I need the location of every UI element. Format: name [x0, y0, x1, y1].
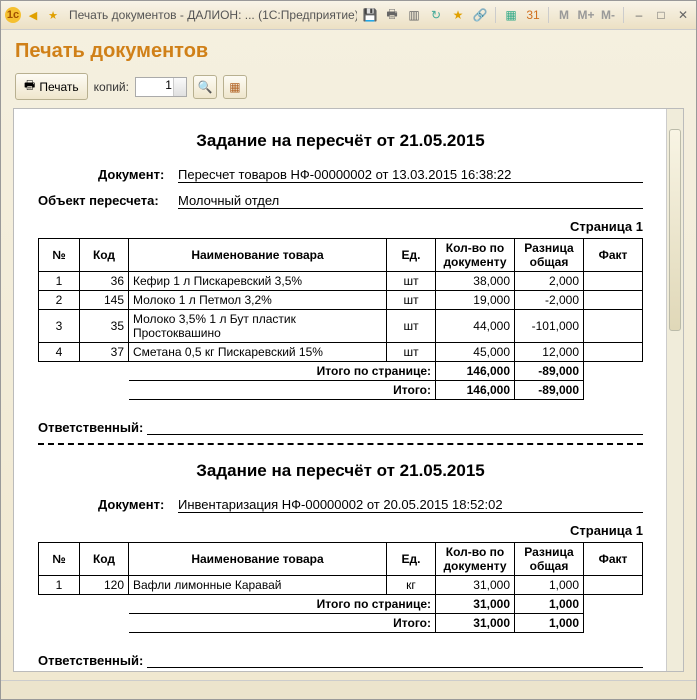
refresh-icon[interactable]: ↻: [427, 6, 445, 24]
table-row: 335Молоко 3,5% 1 л Бут пластик Простоква…: [39, 310, 643, 343]
memory-m-button[interactable]: M: [555, 6, 573, 24]
doc2-table: № Код Наименование товара Ед. Кол-во по …: [38, 542, 643, 633]
bookmark-icon[interactable]: ★: [449, 6, 467, 24]
col-no: №: [39, 239, 80, 272]
col-qty: Кол-во по документу: [436, 239, 515, 272]
doc2-title: Задание на пересчёт от 21.05.2015: [38, 461, 643, 481]
preview-zoom-button[interactable]: 🔍: [193, 75, 217, 99]
sum-page-row: Итого по странице:146,000-89,000: [39, 362, 643, 381]
statusbar: [1, 680, 696, 699]
maximize-button[interactable]: □: [652, 6, 670, 24]
close-button[interactable]: ✕: [674, 6, 692, 24]
doc1-title: Задание на пересчёт от 21.05.2015: [38, 131, 643, 151]
preview-area: Задание на пересчёт от 21.05.2015 Докуме…: [13, 108, 684, 672]
doc2-page-number: Страница 1: [38, 523, 643, 538]
sum-total-row: Итого:146,000-89,000: [39, 381, 643, 400]
link-icon[interactable]: 🔗: [471, 6, 489, 24]
col-diff: Разница общая: [515, 239, 584, 272]
memory-mplus-button[interactable]: M+: [577, 6, 595, 24]
sum-total-row: Итого:31,0001,000: [39, 614, 643, 633]
col-code: Код: [80, 239, 129, 272]
page-title: Печать документов: [15, 40, 682, 63]
print-page: Задание на пересчёт от 21.05.2015 Докуме…: [14, 109, 667, 672]
col-code: Код: [80, 543, 129, 576]
calendar-icon[interactable]: 31: [524, 6, 542, 24]
signature-line: [147, 420, 643, 435]
object-label: Объект пересчета:: [38, 193, 178, 209]
doc1-object-row: Объект пересчета: Молочный отдел: [38, 193, 643, 209]
minimize-button[interactable]: –: [630, 6, 648, 24]
doc1-document-row: Документ: Пересчет товаров НФ-00000002 о…: [98, 167, 643, 183]
doc1-responsible: Ответственный:: [38, 420, 643, 435]
separator: [495, 7, 496, 23]
doc2-document-row: Документ: Инвентаризация НФ-00000002 от …: [98, 497, 643, 513]
copies-label: копий:: [94, 80, 129, 94]
col-name: Наименование товара: [129, 543, 387, 576]
signature-line: [147, 653, 643, 668]
memory-mminus-button[interactable]: M-: [599, 6, 617, 24]
vertical-scrollbar[interactable]: [666, 109, 683, 671]
page-divider: [38, 443, 643, 445]
favorite-star-icon[interactable]: ★: [45, 7, 61, 23]
table-row: 437Сметана 0,5 кг Пискаревский 15%шт45,0…: [39, 343, 643, 362]
calculator-icon[interactable]: ▦: [502, 6, 520, 24]
scrollbar-thumb[interactable]: [669, 129, 681, 331]
print-icon[interactable]: 🖶: [383, 6, 401, 24]
document-label: Документ:: [98, 167, 178, 183]
col-no: №: [39, 543, 80, 576]
document-label: Документ:: [98, 497, 178, 513]
table-row: 2145Молоко 1 л Петмол 3,2%шт19,000-2,000: [39, 291, 643, 310]
col-fact: Факт: [584, 239, 643, 272]
app-1c-icon: 1c: [5, 7, 21, 23]
table-header-row: № Код Наименование товара Ед. Кол-во по …: [39, 239, 643, 272]
copies-spinner[interactable]: 1: [135, 77, 187, 97]
nav-back-icon[interactable]: ◀: [25, 7, 41, 23]
separator: [548, 7, 549, 23]
page-setup-button[interactable]: ▦: [223, 75, 247, 99]
toolbar: 🖶 Печать копий: 1 🔍 ▦: [1, 69, 696, 108]
responsible-label: Ответственный:: [38, 653, 143, 668]
document-value: Инвентаризация НФ-00000002 от 20.05.2015…: [178, 497, 643, 513]
titlebar: 1c ◀ ★ Печать документов - ДАЛИОН: ... (…: [1, 1, 696, 30]
doc1-page-number: Страница 1: [38, 219, 643, 234]
document-value: Пересчет товаров НФ-00000002 от 13.03.20…: [178, 167, 643, 183]
table-row: 136Кефир 1 л Пискаревский 3,5%шт38,0002,…: [39, 272, 643, 291]
col-unit: Ед.: [387, 239, 436, 272]
col-qty: Кол-во по документу: [436, 543, 515, 576]
save-icon[interactable]: 💾: [361, 6, 379, 24]
print-button[interactable]: 🖶 Печать: [15, 73, 88, 100]
sum-page-row: Итого по странице:31,0001,000: [39, 595, 643, 614]
doc1-table: № Код Наименование товара Ед. Кол-во по …: [38, 238, 643, 400]
col-unit: Ед.: [387, 543, 436, 576]
col-name: Наименование товара: [129, 239, 387, 272]
col-diff: Разница общая: [515, 543, 584, 576]
responsible-label: Ответственный:: [38, 420, 143, 435]
app-window: 1c ◀ ★ Печать документов - ДАЛИОН: ... (…: [0, 0, 697, 700]
col-fact: Факт: [584, 543, 643, 576]
separator: [623, 7, 624, 23]
printer-icon: 🖶: [24, 76, 35, 97]
table-header-row: № Код Наименование товара Ед. Кол-во по …: [39, 543, 643, 576]
doc2-responsible: Ответственный:: [38, 653, 643, 668]
table-row: 1120Вафли лимонные Каравайкг31,0001,000: [39, 576, 643, 595]
object-value: Молочный отдел: [178, 193, 643, 209]
document-icon[interactable]: ▥: [405, 6, 423, 24]
copies-value: 1: [165, 78, 172, 92]
window-title: Печать документов - ДАЛИОН: ... (1С:Пред…: [65, 8, 357, 22]
print-button-label: Печать: [39, 80, 78, 94]
page-header: Печать документов: [1, 30, 696, 69]
